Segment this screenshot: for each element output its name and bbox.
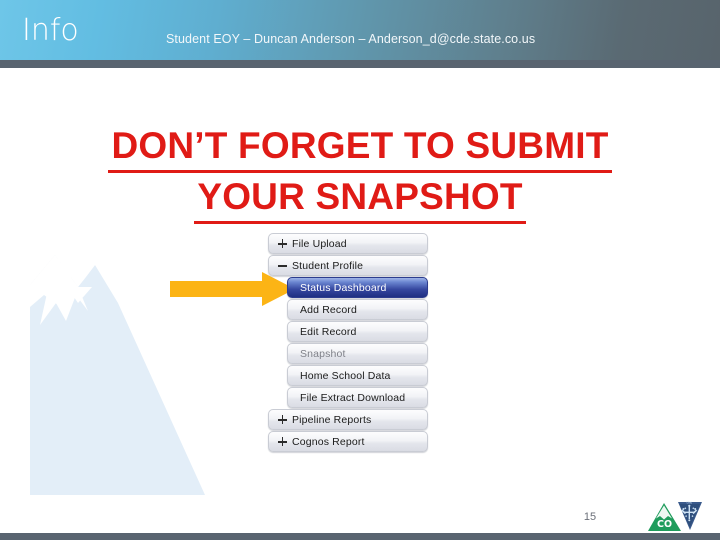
menu-item-cognos-report[interactable]: Cognos Report xyxy=(268,431,428,452)
menu-item-label: File Upload xyxy=(292,237,347,250)
headline-line-2: YOUR SNAPSHOT xyxy=(194,173,526,224)
navigation-menu: File Upload Student Profile Status Dashboa… xyxy=(268,233,428,453)
headline-line-1: DON’T FORGET TO SUBMIT xyxy=(108,122,612,173)
expand-plus-icon[interactable] xyxy=(277,436,288,447)
header-underbar xyxy=(0,60,720,68)
menu-item-snapshot[interactable]: Snapshot xyxy=(287,343,428,364)
menu-item-file-upload[interactable]: File Upload xyxy=(268,233,428,254)
page-number: 15 xyxy=(583,511,597,523)
expand-plus-icon[interactable] xyxy=(277,414,288,425)
header-band xyxy=(0,0,720,60)
menu-item-label: File Extract Download xyxy=(300,391,406,404)
menu-item-student-profile[interactable]: Student Profile xyxy=(268,255,428,276)
mountain-watermark-icon xyxy=(0,225,230,495)
menu-item-label: Cognos Report xyxy=(292,435,365,448)
menu-item-label: Home School Data xyxy=(300,369,391,382)
menu-item-label: Snapshot xyxy=(300,347,346,360)
header-subtitle: Student EOY – Duncan Anderson – Anderson… xyxy=(166,32,536,46)
slide-canvas: Info Student EOY – Duncan Anderson – And… xyxy=(0,0,720,540)
menu-item-status-dashboard[interactable]: Status Dashboard xyxy=(287,277,428,298)
menu-item-label: Pipeline Reports xyxy=(292,413,372,426)
menu-item-label: Edit Record xyxy=(300,325,357,338)
page-title: Info xyxy=(22,13,79,48)
menu-item-add-record[interactable]: Add Record xyxy=(287,299,428,320)
collapse-minus-icon[interactable] xyxy=(277,260,288,271)
svg-text:the: the xyxy=(687,500,693,504)
svg-text:CO: CO xyxy=(657,519,672,530)
footer-bar xyxy=(0,533,720,540)
menu-item-label: Status Dashboard xyxy=(300,281,387,294)
menu-item-file-extract-download[interactable]: File Extract Download xyxy=(287,387,428,408)
menu-item-pipeline-reports[interactable]: Pipeline Reports xyxy=(268,409,428,430)
menu-item-label: Add Record xyxy=(300,303,357,316)
menu-item-edit-record[interactable]: Edit Record xyxy=(287,321,428,342)
menu-item-home-school-data[interactable]: Home School Data xyxy=(287,365,428,386)
colorado-mountain-snowflake-logo: the CO xyxy=(648,500,704,534)
headline: DON’T FORGET TO SUBMIT YOUR SNAPSHOT xyxy=(0,122,720,224)
menu-item-label: Student Profile xyxy=(292,259,364,272)
expand-plus-icon[interactable] xyxy=(277,238,288,249)
